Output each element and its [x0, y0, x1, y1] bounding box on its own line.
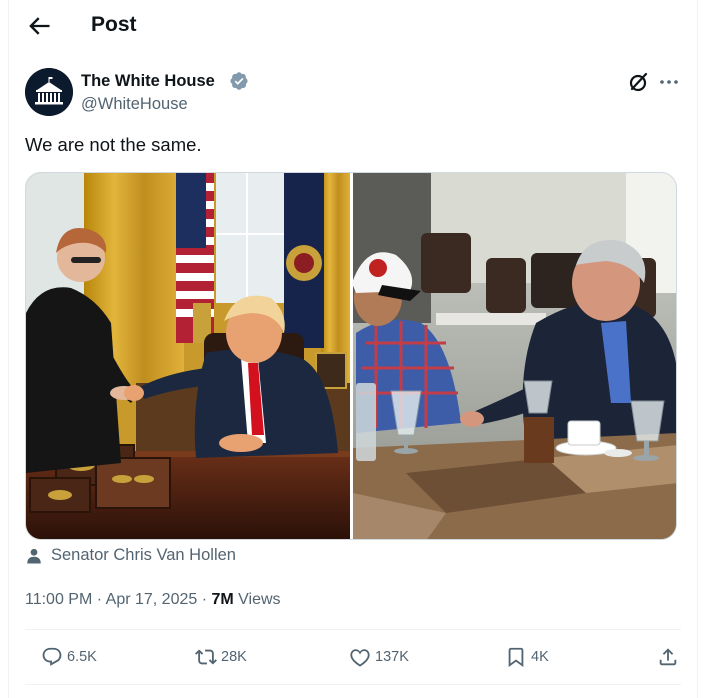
meta-separator: ·: [197, 591, 212, 608]
bookmark-count: 4K: [531, 649, 549, 665]
post-time[interactable]: 11:00 PM: [25, 591, 92, 608]
bookmark-button[interactable]: 4K: [505, 645, 549, 669]
author-handle[interactable]: @WhiteHouse: [81, 93, 188, 115]
white-house-logo-icon: [25, 68, 73, 116]
post-date[interactable]: Apr 17, 2025: [106, 591, 198, 608]
repost-icon: [195, 649, 217, 665]
photo-restaurant-meeting[interactable]: [352, 173, 677, 540]
reply-icon: [42, 647, 62, 666]
post-text: We are not the same.: [25, 134, 202, 155]
like-count: 137K: [375, 649, 409, 665]
views-label: Views: [233, 591, 281, 608]
more-options-icon[interactable]: [657, 70, 681, 94]
reply-count: 6.5K: [67, 649, 97, 665]
page-header: Post: [9, 0, 697, 50]
repost-button[interactable]: 28K: [195, 645, 247, 669]
grok-icon[interactable]: [627, 70, 651, 94]
reply-button[interactable]: 6.5K: [41, 645, 97, 669]
photo-oval-office[interactable]: [26, 173, 350, 540]
avatar[interactable]: [25, 68, 73, 116]
meta-separator: ·: [92, 591, 106, 608]
share-icon: [659, 648, 677, 666]
like-button[interactable]: 137K: [349, 645, 409, 669]
verified-badge-icon: [230, 72, 248, 90]
repost-count: 28K: [221, 649, 247, 665]
bookmark-icon: [508, 647, 524, 668]
divider: [25, 684, 681, 685]
person-icon: [27, 548, 41, 564]
author-display-name[interactable]: The White House: [81, 70, 215, 92]
arrow-left-icon[interactable]: [25, 12, 53, 40]
views-count: 7M: [211, 591, 234, 608]
post-author: The White House @WhiteHouse: [25, 68, 681, 118]
page-title: Post: [91, 13, 137, 36]
action-bar: 6.5K 28K 137K 4K: [25, 630, 681, 684]
tagged-person-name[interactable]: Senator Chris Van Hollen: [51, 546, 236, 565]
share-button[interactable]: [657, 645, 679, 669]
heart-icon: [350, 649, 370, 667]
post-media: [25, 172, 677, 540]
post-metadata: 11:00 PM · Apr 17, 2025 · 7M Views: [25, 590, 281, 610]
post-detail-panel: Post The White House @WhiteHouse We are …: [8, 0, 698, 698]
